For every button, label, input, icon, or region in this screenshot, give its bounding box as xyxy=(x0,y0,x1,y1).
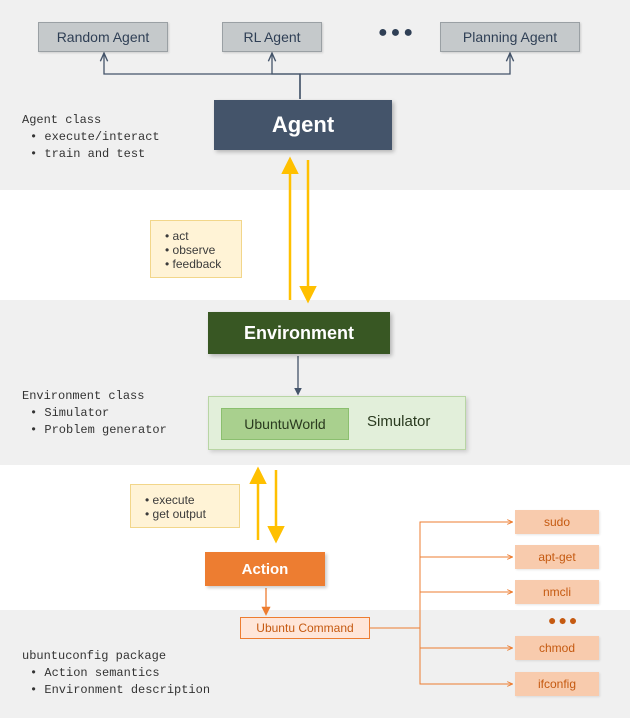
agent-class-title: Agent class xyxy=(22,112,160,129)
command-sudo: sudo xyxy=(515,510,599,534)
command-ifconfig: ifconfig xyxy=(515,672,599,696)
sub-agent-random: Random Agent xyxy=(38,22,168,52)
env-class-title: Environment class xyxy=(22,388,167,405)
env-class-item: Simulator xyxy=(30,405,167,422)
agent-class-desc: Agent class execute/interact train and t… xyxy=(22,112,160,162)
ubuntuconfig-item: Action semantics xyxy=(30,665,210,682)
ubuntuworld-box: UbuntuWorld xyxy=(221,408,349,440)
action-box: Action xyxy=(205,552,325,586)
sub-agent-ellipsis: ●●● xyxy=(378,24,416,42)
environment-box: Environment xyxy=(208,312,390,354)
sub-agent-planning: Planning Agent xyxy=(440,22,580,52)
note-agent-env: act observe feedback xyxy=(150,220,242,278)
note-item: feedback xyxy=(165,257,231,271)
note-item: act xyxy=(165,229,231,243)
note-item: observe xyxy=(165,243,231,257)
sub-agent-rl: RL Agent xyxy=(222,22,322,52)
ubuntuconfig-title: ubuntuconfig package xyxy=(22,648,210,665)
agent-class-item: execute/interact xyxy=(30,129,160,146)
env-class-item: Problem generator xyxy=(30,422,167,439)
environment-class-desc: Environment class Simulator Problem gene… xyxy=(22,388,167,438)
note-env-action: execute get output xyxy=(130,484,240,528)
agent-class-item: train and test xyxy=(30,146,160,163)
simulator-wrap: UbuntuWorld Simulator xyxy=(208,396,466,450)
command-chmod: chmod xyxy=(515,636,599,660)
note-item: execute xyxy=(145,493,229,507)
ubuntuconfig-item: Environment description xyxy=(30,682,210,699)
command-nmcli: nmcli xyxy=(515,580,599,604)
agent-box: Agent xyxy=(214,100,392,150)
note-item: get output xyxy=(145,507,229,521)
ubuntuconfig-desc: ubuntuconfig package Action semantics En… xyxy=(22,648,210,698)
ubuntu-command-box: Ubuntu Command xyxy=(240,617,370,639)
command-ellipsis: ●●● xyxy=(548,612,579,628)
simulator-label: Simulator xyxy=(367,413,430,430)
command-apt-get: apt-get xyxy=(515,545,599,569)
